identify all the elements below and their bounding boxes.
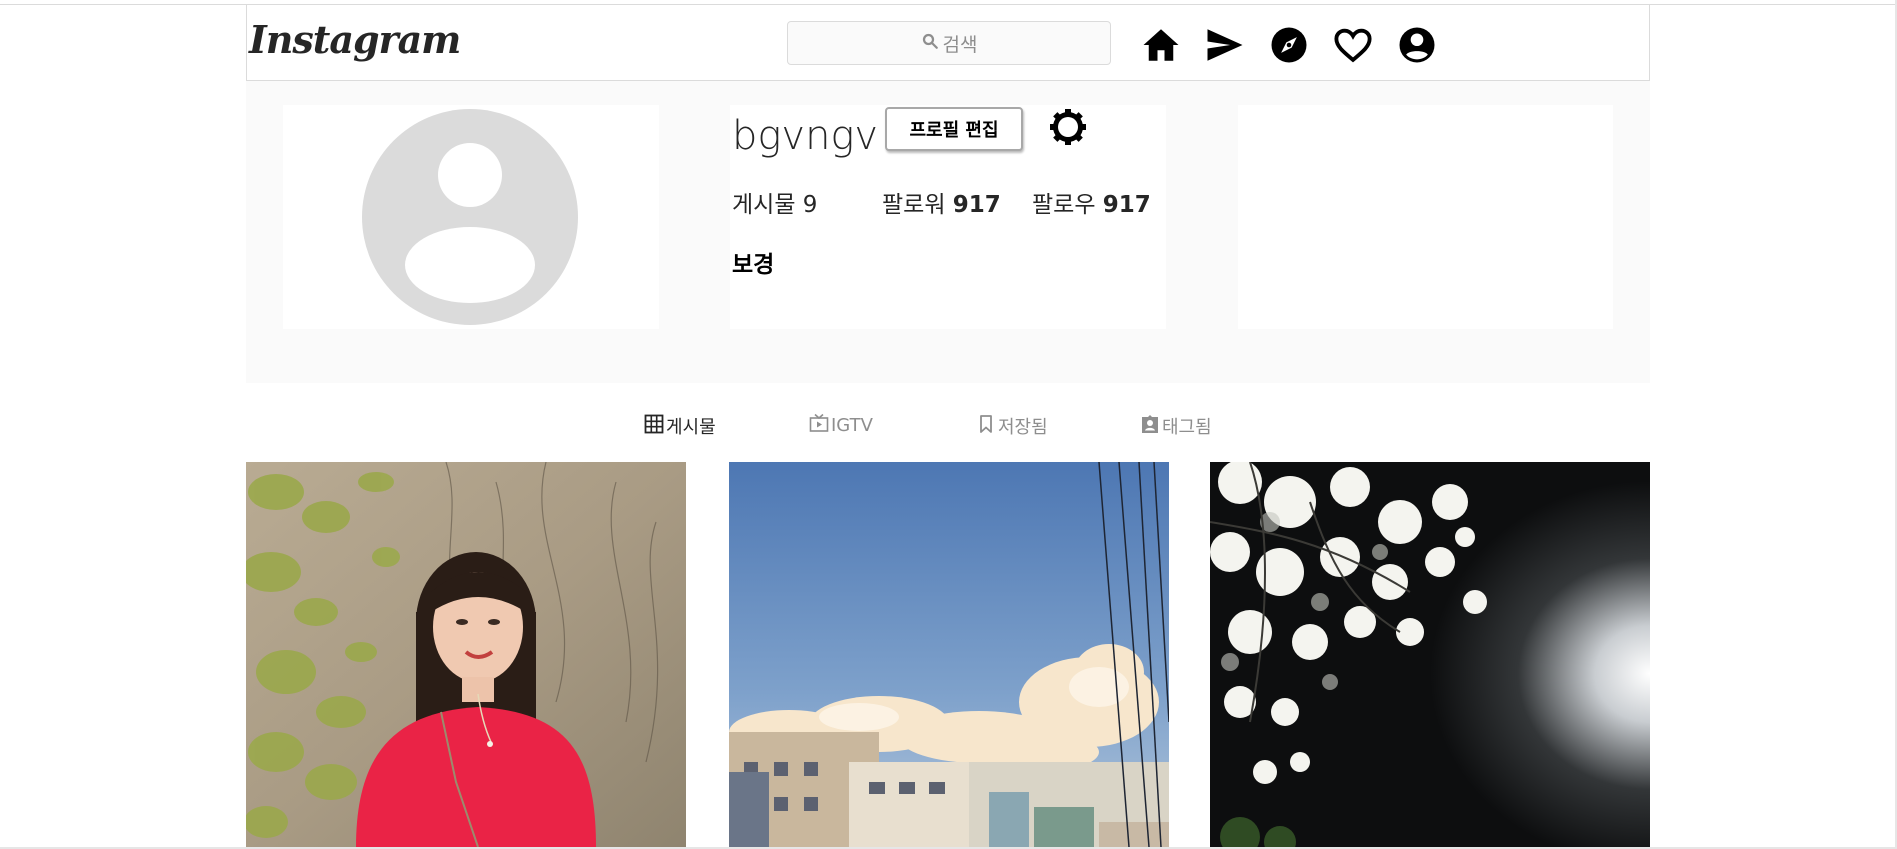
portrait-photo [246,462,686,847]
explore-icon[interactable] [1268,24,1310,66]
following-label: 팔로우 [1032,192,1096,218]
sky-photo [729,462,1169,847]
profile-icon[interactable] [1396,24,1438,66]
grid-icon [644,414,664,439]
followers-count: 917 [952,192,1001,218]
followers-stat[interactable]: 팔로워 917 [882,185,1001,219]
direct-message-icon[interactable] [1204,24,1246,66]
profile-tabs: 게시물 IGTV 저장됨 태그됨 [0,413,1897,447]
profile-header: bgvngv 프로필 편집 게시물 9 팔로워 917 팔로우 917 보경 [246,81,1650,383]
edit-profile-button[interactable]: 프로필 편집 [885,107,1023,151]
following-count: 917 [1102,192,1151,218]
activity-heart-icon[interactable] [1332,24,1374,66]
default-avatar-icon[interactable] [362,109,578,325]
tab-saved-label: 저장됨 [998,417,1048,438]
posts-stat: 게시물 9 [732,185,817,219]
post-thumbnail-2[interactable] [729,462,1169,847]
tab-saved[interactable]: 저장됨 [976,413,1048,439]
bookmark-icon [976,414,996,439]
post-thumbnail-3[interactable] [1210,462,1650,847]
followers-label: 팔로워 [882,192,946,218]
posts-count: 9 [802,192,818,218]
settings-gear-icon[interactable] [1048,107,1088,147]
tagged-user-icon [1140,414,1160,439]
profile-info: bgvngv 프로필 편집 게시물 9 팔로워 917 팔로우 917 보경 [730,105,1166,329]
post-thumbnail-1[interactable] [246,462,686,847]
posts-label: 게시물 [732,192,796,218]
search-input[interactable]: 검색 [787,21,1111,65]
avatar-container [283,105,659,329]
top-nav-bar: Instagram 검색 [246,5,1650,81]
tab-igtv[interactable]: IGTV [809,413,873,438]
instagram-logo[interactable]: Instagram [249,17,461,62]
following-stat[interactable]: 팔로우 917 [1032,185,1151,219]
tab-posts[interactable]: 게시물 [644,413,716,439]
search-icon [921,32,939,55]
search-placeholder: 검색 [942,33,978,56]
profile-side-panel [1238,105,1613,329]
tab-tagged-label: 태그됨 [1162,417,1212,438]
profile-full-name: 보경 [732,252,775,278]
tab-posts-label: 게시물 [666,417,716,438]
cherry-blossom-photo [1210,462,1650,847]
home-icon[interactable] [1140,24,1182,66]
profile-username: bgvngv [732,113,879,159]
tab-tagged[interactable]: 태그됨 [1140,413,1212,439]
tab-igtv-label: IGTV [831,415,873,436]
tv-icon [809,413,829,438]
